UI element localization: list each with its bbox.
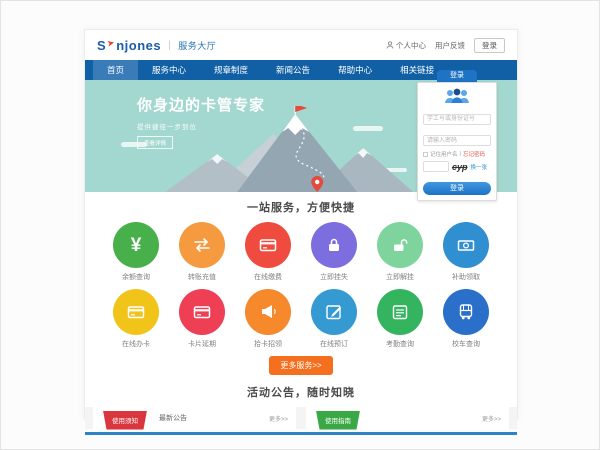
nav-item-news[interactable]: 新闻公告 (262, 60, 324, 80)
change-captcha-link[interactable]: 换一张 (471, 163, 488, 171)
bus-icon (443, 289, 489, 335)
password-input[interactable] (423, 135, 491, 146)
header: S➤njones | 服务大厅 个人中心 用户反馈 登录 (85, 30, 517, 60)
logo-arrow-icon: ➤ (106, 37, 116, 49)
login-panel: 登录 记住用户名 | 忘记密码 cyp 换一张 (417, 70, 497, 201)
tab-latest-announcements[interactable]: 最新公告 (159, 413, 187, 423)
service-item-card-extension[interactable]: 卡片延期 (173, 289, 231, 349)
service-label: 转账充值 (188, 272, 216, 282)
service-item-unfreeze[interactable]: 立即解挂 (371, 222, 429, 282)
service-item-attendance[interactable]: 考勤查询 (371, 289, 429, 349)
announcements-strip: 使用须知 最新公告 更多>> 使用指南 更多>> (85, 407, 517, 429)
unlock-icon (377, 222, 423, 268)
yuan-icon: ¥ (113, 222, 159, 268)
service-item-balance-query[interactable]: ¥ 余额查询 (107, 222, 165, 282)
hero-cta-button[interactable]: 查看详情 (137, 136, 173, 149)
services-row-2: 在线办卡 卡片延期 拾卡招领 在线预订 考勤查询 (85, 289, 517, 349)
service-label: 校车查询 (452, 339, 480, 349)
service-item-subsidy[interactable]: 补助领取 (437, 222, 495, 282)
service-item-online-booking[interactable]: 在线预订 (305, 289, 363, 349)
service-label: 考勤查询 (386, 339, 414, 349)
service-label: 立即挂失 (320, 272, 348, 282)
service-item-apply-card[interactable]: 在线办卡 (107, 289, 165, 349)
logo-text-rest: njones (116, 38, 161, 53)
announcements-section-title: 活动公告，随时知晓 (85, 384, 517, 400)
edit-icon (311, 289, 357, 335)
more-services-button[interactable]: 更多服务>> (269, 356, 332, 375)
personal-center-link[interactable]: 个人中心 (386, 40, 426, 51)
service-label: 卡片延期 (188, 339, 216, 349)
service-item-school-bus[interactable]: 校车查询 (437, 289, 495, 349)
person-icon (386, 41, 394, 49)
nav-item-help-center[interactable]: 帮助中心 (324, 60, 386, 80)
captcha-image[interactable]: cyp (452, 162, 468, 172)
attendance-icon (377, 289, 423, 335)
service-label: 在线缴费 (254, 272, 282, 282)
account-input[interactable] (423, 114, 491, 125)
megaphone-icon (245, 289, 291, 335)
captcha-row: cyp 换一张 (423, 161, 491, 172)
login-card: 记住用户名 | 忘记密码 cyp 换一张 登录 (417, 82, 497, 201)
service-label: 余额查询 (122, 272, 150, 282)
services-row-1: ¥ 余额查询 转账充值 在线缴费 立即挂失 立即解挂 (85, 222, 517, 282)
screenshot-stage: S➤njones | 服务大厅 个人中心 用户反馈 登录 首页 服务中心 规章制… (0, 0, 600, 450)
banknote-icon (443, 222, 489, 268)
captcha-input[interactable] (423, 161, 449, 172)
bank-card-icon (245, 222, 291, 268)
portal-page: S➤njones | 服务大厅 个人中心 用户反馈 登录 首页 服务中心 规章制… (84, 29, 518, 419)
remember-label: 记住用户名 (430, 150, 458, 158)
nav-item-regulations[interactable]: 规章制度 (200, 60, 262, 80)
nav-item-service-center[interactable]: 服务中心 (138, 60, 200, 80)
right-more-link[interactable]: 更多>> (482, 414, 501, 423)
hero-text: 你身边的卡管专家 提供捷径一步到位 查看详情 (137, 94, 265, 150)
users-icon (442, 88, 472, 104)
remember-checkbox[interactable] (423, 152, 428, 157)
service-label: 在线办卡 (122, 339, 150, 349)
service-item-online-payment[interactable]: 在线缴费 (239, 222, 297, 282)
left-more-link[interactable]: 更多>> (269, 414, 288, 423)
lock-icon (311, 222, 357, 268)
hero-banner: 你身边的卡管专家 提供捷径一步到位 查看详情 登录 (85, 80, 517, 192)
hero-title: 你身边的卡管专家 (137, 94, 265, 115)
site-logo[interactable]: S➤njones | 服务大厅 (97, 38, 216, 53)
bank-card-icon (179, 289, 225, 335)
remember-separator: | (460, 151, 461, 157)
transfer-icon (179, 222, 225, 268)
tab-usage-notice[interactable]: 使用须知 (103, 411, 147, 430)
service-label: 拾卡招领 (254, 339, 282, 349)
service-label: 补助领取 (452, 272, 480, 282)
service-label: 在线预订 (320, 339, 348, 349)
login-tab[interactable]: 登录 (437, 70, 477, 82)
header-login-button[interactable]: 登录 (474, 38, 505, 53)
service-item-transfer-recharge[interactable]: 转账充值 (173, 222, 231, 282)
remember-row: 记住用户名 | 忘记密码 (423, 150, 491, 158)
forgot-password-link[interactable]: 忘记密码 (463, 150, 485, 158)
tab-usage-guide[interactable]: 使用指南 (316, 411, 360, 430)
logo-divider: | (168, 40, 171, 51)
header-right: 个人中心 用户反馈 登录 (386, 38, 505, 53)
service-label: 立即解挂 (386, 272, 414, 282)
footer-divider-line (85, 432, 517, 435)
logo-text-first: S (97, 38, 106, 53)
bank-card-icon (113, 289, 159, 335)
announcements-right-panel: 使用指南 更多>> (306, 407, 509, 429)
services-section-title: 一站服务，方便快捷 (85, 199, 517, 215)
announcements-left-panel: 使用须知 最新公告 更多>> (93, 407, 296, 429)
user-feedback-label: 用户反馈 (435, 40, 465, 51)
service-item-found-card[interactable]: 拾卡招领 (239, 289, 297, 349)
service-item-report-loss[interactable]: 立即挂失 (305, 222, 363, 282)
nav-item-home[interactable]: 首页 (93, 60, 138, 80)
user-feedback-link[interactable]: 用户反馈 (435, 40, 465, 51)
hero-subtitle: 提供捷径一步到位 (137, 121, 265, 131)
site-name: 服务大厅 (178, 39, 216, 52)
login-submit-button[interactable]: 登录 (423, 182, 491, 195)
personal-center-label: 个人中心 (396, 40, 426, 51)
